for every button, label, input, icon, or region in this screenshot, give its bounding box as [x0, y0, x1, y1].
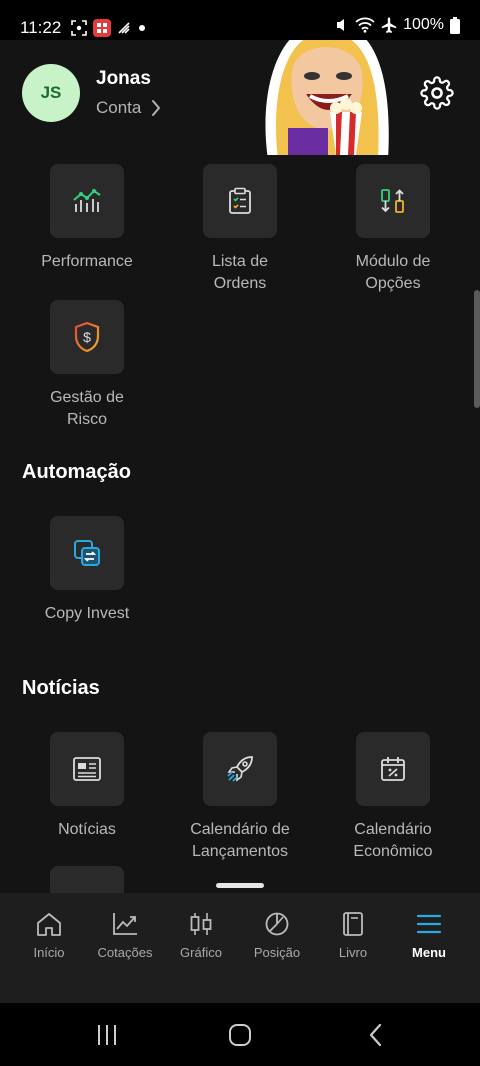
battery-percent: 100% — [403, 16, 444, 33]
tile-label-line2: Ordens — [213, 275, 267, 292]
copy-invest-icon — [74, 540, 100, 566]
tile-box[interactable] — [50, 732, 124, 806]
section-title-automacao: Automação — [22, 461, 131, 483]
account-link-label: Conta — [96, 98, 142, 117]
tile-modulo-de-opcoes[interactable]: Módulo de Opções — [318, 164, 468, 295]
tab-menu[interactable]: Menu — [391, 911, 467, 1001]
tile-label-line2: Risco — [66, 411, 107, 428]
settings-gear-icon[interactable] — [420, 76, 454, 110]
menu-content[interactable]: JS Jonas Conta Performance Lista de Orde… — [0, 40, 480, 893]
tile-label-line1: Performance — [41, 253, 133, 270]
back-icon[interactable] — [366, 1023, 386, 1047]
tile-label: Gestão de Risco — [12, 387, 162, 431]
tab-label: Cotações — [97, 945, 153, 960]
chevron-right-icon — [152, 100, 161, 116]
tile-label-line2: Lançamentos — [191, 843, 289, 860]
svg-text:$: $ — [83, 329, 91, 345]
account-link[interactable]: Conta — [96, 98, 161, 118]
tab-cotacoes[interactable]: Cotações — [87, 911, 163, 1001]
tile-label-line2: Econômico — [353, 843, 433, 860]
order-list-icon — [229, 187, 251, 214]
risk-shield-icon: $ — [74, 321, 100, 353]
recent-apps-icon[interactable] — [96, 1023, 118, 1047]
tile-box[interactable]: $ — [50, 300, 124, 374]
newspaper-icon — [73, 757, 101, 781]
tile-noticias[interactable]: Notícias — [12, 732, 162, 841]
tile-copy-invest[interactable]: Copy Invest — [12, 516, 162, 625]
tile-box[interactable] — [50, 866, 124, 893]
tile-calendario-de-lancamentos[interactable]: Calendário de Lançamentos — [165, 732, 315, 863]
tab-grafico[interactable]: Gráfico — [163, 911, 239, 1001]
wifi-icon — [355, 17, 375, 33]
tile-label: Copy Invest — [12, 603, 162, 625]
book-icon — [343, 912, 363, 936]
battery-icon — [450, 16, 460, 34]
scrollbar[interactable] — [474, 290, 480, 408]
tile-label-line1: Calendário — [354, 821, 432, 838]
tab-label: Início — [33, 945, 65, 960]
quotes-icon — [113, 913, 137, 935]
avatar[interactable]: JS — [22, 64, 80, 122]
position-pie-icon — [265, 912, 289, 936]
tile-gestao-de-risco[interactable]: $ Gestão de Risco — [12, 300, 162, 431]
tile-box[interactable] — [203, 164, 277, 238]
app-icon — [93, 19, 112, 37]
tab-label: Livro — [338, 945, 368, 960]
tile-performance[interactable]: Performance — [12, 164, 162, 273]
tab-inicio[interactable]: Início — [11, 911, 87, 1001]
tile-label-line1: Notícias — [58, 821, 116, 838]
rocket-icon — [227, 756, 253, 782]
tile-box[interactable] — [356, 164, 430, 238]
mute-icon — [337, 19, 345, 31]
tab-livro[interactable]: Livro — [315, 911, 391, 1001]
calendar-percent-icon — [381, 757, 405, 781]
tile-calendario-economico[interactable]: Calendário Econômico — [318, 732, 468, 863]
tile-box[interactable] — [356, 732, 430, 806]
tile-box[interactable] — [50, 164, 124, 238]
tile-label-line1: Lista de — [211, 253, 269, 270]
tile-label: Calendário de Lançamentos — [165, 819, 315, 863]
tab-label: Menu — [412, 945, 446, 960]
tile-label: Lista de Ordens — [165, 251, 315, 295]
status-time: 11:22 — [20, 18, 62, 37]
tile-label-line2: Opções — [365, 275, 421, 292]
status-left-icons — [71, 19, 147, 37]
screenshot-icon — [71, 20, 88, 36]
tile-label-line1: Copy Invest — [44, 605, 130, 622]
tile-lista-de-ordens[interactable]: Lista de Ordens — [165, 164, 315, 295]
tile-label-line1: Gestão de — [50, 389, 124, 406]
profile-text: Jonas Conta — [96, 68, 161, 118]
airplane-icon — [381, 17, 397, 33]
home-icon — [37, 913, 61, 936]
system-nav-bar — [0, 1003, 480, 1066]
home-button-icon[interactable] — [228, 1023, 252, 1047]
cartoon-sticker — [265, 40, 389, 155]
tile-label: Calendário Econômico — [318, 819, 468, 863]
drag-handle[interactable] — [216, 883, 264, 888]
tab-label: Gráfico — [180, 945, 222, 960]
section-title-noticias: Notícias — [22, 677, 100, 699]
dot-icon — [139, 25, 146, 31]
profile-header[interactable]: JS Jonas Conta — [22, 64, 161, 122]
tile-label-line1: Calendário de — [190, 821, 290, 838]
candlestick-icon — [190, 913, 212, 935]
performance-chart-icon — [73, 189, 101, 212]
tile-label: Performance — [12, 251, 162, 273]
profile-name: Jonas — [96, 68, 151, 89]
tile-label: Notícias — [12, 819, 162, 841]
options-module-icon — [381, 189, 404, 213]
tile-label: Módulo de Opções — [318, 251, 468, 295]
menu-icon — [416, 914, 442, 934]
tab-posicao[interactable]: Posição — [239, 911, 315, 1001]
tab-label: Posição — [253, 945, 301, 960]
tile-partial[interactable] — [12, 866, 162, 893]
status-right: 100% — [335, 16, 460, 34]
tile-box[interactable] — [203, 732, 277, 806]
bottom-tab-bar: Início Cotações Gráfico Posição Livro Me… — [0, 893, 480, 1003]
tile-box[interactable] — [50, 516, 124, 590]
tile-label-line1: Módulo de — [355, 253, 431, 270]
signal-icon — [118, 22, 130, 34]
